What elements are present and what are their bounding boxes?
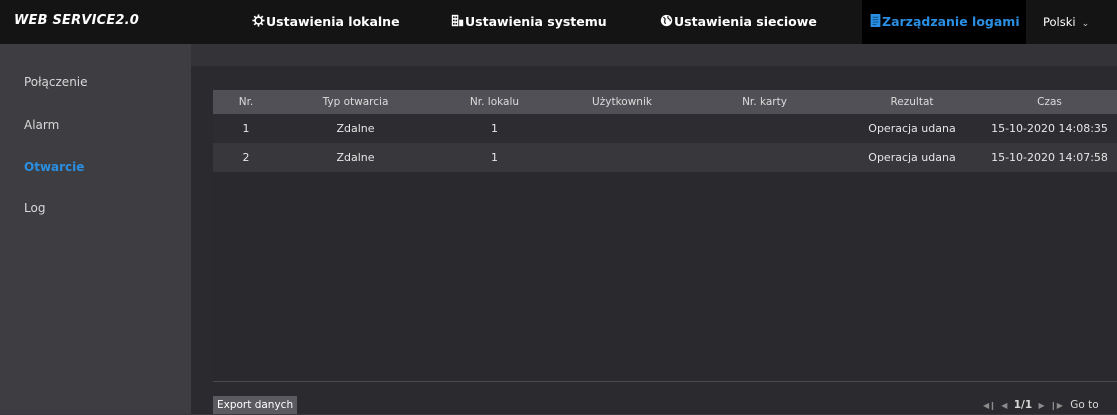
nav-ustawienia-systemu[interactable]: Ustawienia systemu (451, 0, 607, 44)
nav-ustawienia-lokalne[interactable]: Ustawienia lokalne (252, 0, 400, 44)
cell-rezultat: Operacja udana (868, 151, 956, 164)
sidebar-item-otwarcie[interactable]: Otwarcie (24, 160, 84, 174)
nav-zarzadzanie-logami[interactable]: Zarządzanie logami (862, 0, 1026, 44)
globe-icon (660, 1, 673, 45)
nav-ustawienia-sieciowe[interactable]: Ustawienia sieciowe (660, 0, 817, 44)
sidebar-item-log[interactable]: Log (24, 201, 45, 215)
cell-uzytkownik (557, 114, 687, 143)
goto-page-button[interactable]: Go to (1070, 399, 1098, 411)
main-content: Nr. Typ otwarcia Nr. lokalu Użytkownik N… (191, 44, 1117, 414)
language-select[interactable]: Polski ⌄ (1043, 0, 1089, 44)
column-header-uzytkownik: Użytkownik (592, 96, 652, 108)
table-header: Nr. Typ otwarcia Nr. lokalu Użytkownik N… (213, 90, 1117, 114)
cell-nr-lokalu: 1 (491, 151, 498, 164)
nav-label: Ustawienia systemu (465, 14, 607, 29)
top-navigation-bar: WEB SERVICE2.0 Ustawienia lokalne Ustawi… (0, 0, 1117, 44)
column-header-nr-karty: Nr. karty (742, 96, 787, 108)
prev-page-icon[interactable]: ◀ (1001, 401, 1007, 410)
cell-nr-karty (687, 143, 842, 172)
table-row[interactable]: 2 Zdalne 1 Operacja udana 15-10-2020 14:… (213, 143, 1117, 172)
content-header-strip (191, 44, 1117, 66)
sidebar-item-polaczenie[interactable]: Połączenie (24, 75, 88, 89)
language-label: Polski (1043, 15, 1076, 29)
chevron-down-icon: ⌄ (1081, 19, 1090, 29)
column-header-nr-lokalu: Nr. lokalu (469, 96, 520, 108)
column-header-nr: Nr. (238, 96, 254, 108)
column-header-rezultat: Rezultat (890, 96, 934, 108)
cell-nr-karty (687, 114, 842, 143)
column-header-typ-otwarcia: Typ otwarcia (322, 96, 389, 108)
next-page-icon[interactable]: ▶ (1039, 401, 1045, 410)
page-indicator: 1/1 (1013, 399, 1033, 411)
building-icon (451, 1, 464, 45)
app-logo: WEB SERVICE2.0 (14, 13, 140, 28)
log-table: Nr. Typ otwarcia Nr. lokalu Użytkownik N… (213, 90, 1117, 382)
sidebar-item-alarm[interactable]: Alarm (24, 118, 59, 132)
nav-label: Zarządzanie logami (882, 14, 1020, 29)
first-page-icon[interactable]: ◀❙ (983, 401, 996, 410)
table-row[interactable]: 1 Zdalne 1 Operacja udana 15-10-2020 14:… (213, 114, 1117, 143)
nav-label: Ustawienia sieciowe (674, 14, 817, 29)
pagination: ◀❙ ◀ 1/1 ▶ ❙▶ Go to (982, 396, 1099, 414)
cell-rezultat: Operacja udana (868, 122, 956, 135)
cell-typ-otwarcia: Zdalne (336, 151, 375, 164)
gear-icon (252, 1, 265, 45)
log-icon (870, 1, 881, 45)
cell-typ-otwarcia: Zdalne (336, 122, 375, 135)
nav-label: Ustawienia lokalne (266, 14, 400, 29)
cell-nr: 1 (242, 122, 250, 135)
cell-uzytkownik (557, 143, 687, 172)
cell-nr-lokalu: 1 (491, 122, 498, 135)
cell-nr: 2 (242, 151, 250, 164)
cell-czas: 15-10-2020 14:08:35 (991, 122, 1108, 135)
sidebar: Połączenie Alarm Otwarcie Log (0, 44, 191, 414)
export-data-button[interactable]: Export danych (213, 396, 298, 414)
last-page-icon[interactable]: ❙▶ (1050, 401, 1063, 410)
column-header-czas: Czas (1037, 96, 1062, 108)
cell-czas: 15-10-2020 14:07:58 (991, 151, 1108, 164)
